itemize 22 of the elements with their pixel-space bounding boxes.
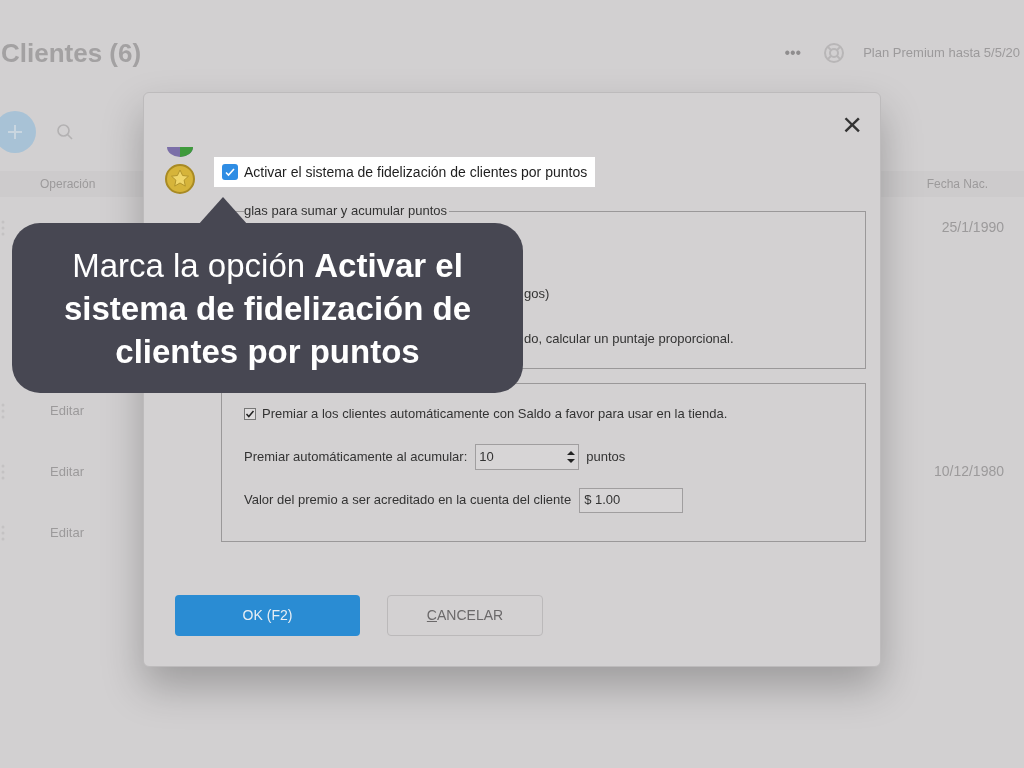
- amount-field[interactable]: $ 1.00: [579, 487, 684, 513]
- checkbox[interactable]: [222, 164, 238, 180]
- add-button[interactable]: [0, 111, 36, 153]
- option-text: do, calcular un puntaje proporcional.: [524, 329, 735, 348]
- medal-icon: [164, 145, 196, 195]
- checkbox-label: Premiar a los clientes automáticamente con Saldo a favor para usar en la tienda.: [262, 405, 728, 423]
- enable-option[interactable]: Activar el sistema de fidelización de clientes por puntos: [214, 157, 596, 187]
- cancel-button[interactable]: CANCELAR: [387, 595, 543, 636]
- field-label: Valor del premio a ser acreditado en la cuenta del cliente: [244, 491, 572, 510]
- more-button[interactable]: •••: [784, 41, 802, 65]
- tooltip: Marca la opción Activar el sistema de fidelización de clientes por puntos: [12, 223, 523, 393]
- number-field[interactable]: 10: [475, 443, 580, 470]
- lifebuoy-icon[interactable]: [823, 42, 846, 64]
- option-text: gos): [524, 285, 551, 303]
- close-button[interactable]: ×: [842, 103, 862, 145]
- search-icon[interactable]: [56, 123, 74, 141]
- field-label: Premiar automáticamente al acumular:: [244, 447, 468, 466]
- checkbox[interactable]: [244, 407, 256, 420]
- unit-label: puntos: [586, 447, 626, 466]
- plus-icon: [7, 124, 23, 140]
- ok-button[interactable]: OK (F2): [175, 595, 360, 636]
- group-legend: glas para sumar y acumular puntos: [244, 203, 450, 219]
